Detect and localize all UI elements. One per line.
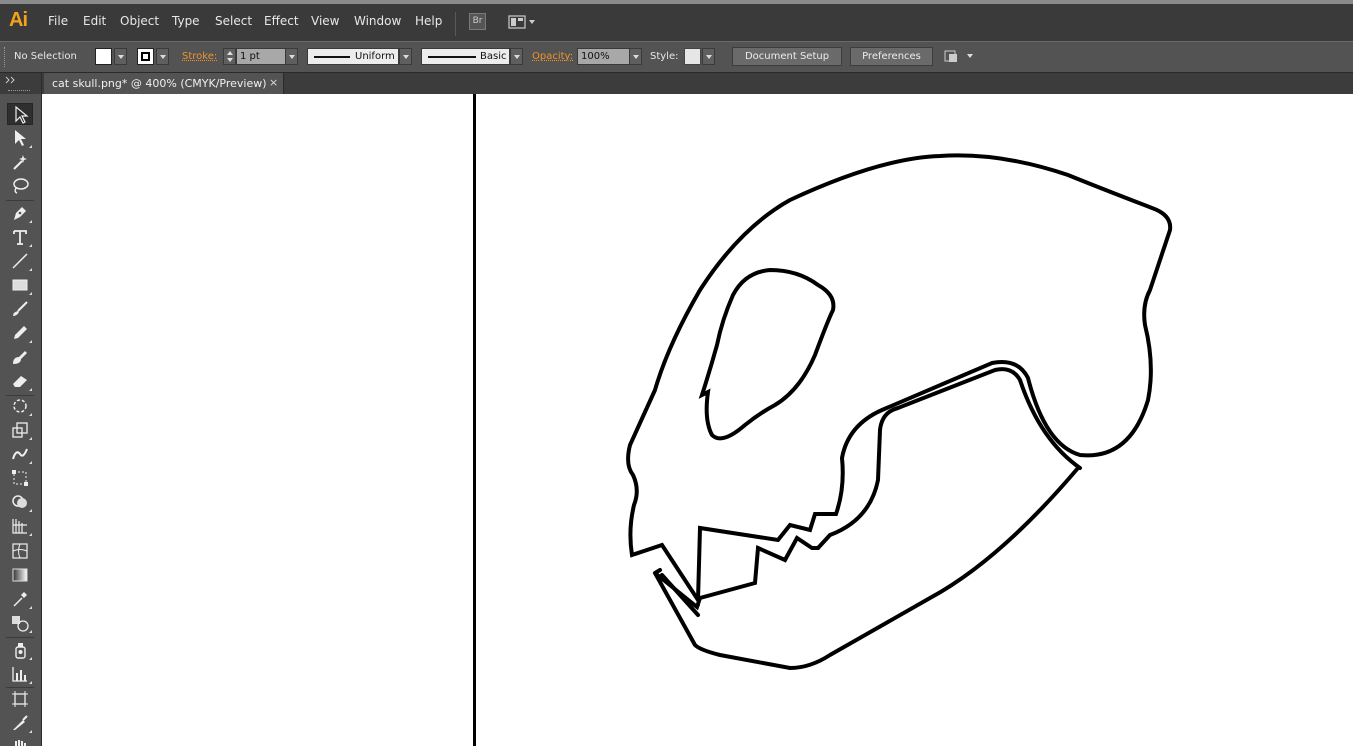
stroke-label[interactable]: Stroke: [182, 51, 217, 62]
menu-bar: Ai File Edit Object Type Select Effect V… [0, 0, 1353, 41]
artboard-tool-icon[interactable] [7, 688, 33, 710]
warp-tool-icon[interactable] [7, 443, 33, 465]
scale-tool-icon[interactable] [7, 419, 33, 441]
stroke-weight-stepper[interactable] [223, 48, 236, 65]
cat-skull-artwork[interactable] [476, 94, 1353, 746]
variable-width-profile[interactable]: Uniform [307, 48, 399, 65]
style-dropdown[interactable] [702, 48, 715, 65]
graphic-style-swatch[interactable] [684, 48, 701, 65]
preferences-button[interactable]: Preferences [850, 47, 933, 66]
eye-socket-path [698, 267, 836, 441]
opacity-input[interactable]: 100% [577, 48, 630, 65]
fill-dropdown[interactable] [114, 48, 127, 65]
pen-tool-icon[interactable] [7, 202, 33, 224]
stroke-weight-dropdown[interactable] [285, 48, 298, 65]
menu-help[interactable]: Help [415, 14, 442, 28]
lasso-tool-icon[interactable] [7, 175, 33, 197]
align-options-icon[interactable] [944, 49, 976, 65]
pencil-tool-icon[interactable] [7, 322, 33, 344]
hand-tool-icon[interactable] [7, 736, 33, 746]
profile-dropdown[interactable] [399, 48, 412, 65]
menu-file[interactable]: File [48, 14, 68, 28]
arrange-documents-icon[interactable] [508, 14, 536, 31]
bridge-button[interactable]: Br [469, 13, 486, 30]
document-tab-bar: cat skull.png* @ 400% (CMYK/Preview) × [0, 73, 1353, 94]
document-tab[interactable]: cat skull.png* @ 400% (CMYK/Preview) × [44, 73, 284, 94]
direct-selection-tool-icon[interactable] [7, 127, 33, 149]
blob-brush-tool-icon[interactable] [7, 346, 33, 368]
opacity-dropdown[interactable] [629, 48, 642, 65]
opacity-label[interactable]: Opacity: [532, 51, 573, 62]
zygomatic-line-path [816, 367, 1082, 550]
magic-wand-tool-icon[interactable] [7, 151, 33, 173]
brush-definition[interactable]: Basic [421, 48, 510, 65]
control-bar: No Selection Stroke: 1 pt Uniform Basic … [0, 41, 1353, 73]
menu-edit[interactable]: Edit [83, 14, 106, 28]
mesh-tool-icon[interactable] [7, 540, 33, 562]
stroke-swatch[interactable] [137, 48, 154, 65]
slice-tool-icon[interactable] [7, 712, 33, 734]
shape-builder-tool-icon[interactable] [7, 491, 33, 513]
eyedropper-tool-icon[interactable] [7, 588, 33, 610]
style-label: Style: [650, 51, 679, 62]
control-bar-grip[interactable] [4, 47, 8, 67]
jaw-outline-path [653, 466, 1080, 671]
gradient-tool-icon[interactable] [7, 564, 33, 586]
menu-object[interactable]: Object [120, 14, 159, 28]
tools-panel-grip[interactable] [8, 90, 30, 93]
rectangle-tool-icon[interactable] [7, 274, 33, 296]
selection-tool-icon[interactable] [7, 103, 33, 125]
rotate-tool-icon[interactable] [7, 395, 33, 417]
column-graph-tool-icon[interactable] [7, 663, 33, 685]
document-setup-button[interactable]: Document Setup [732, 47, 842, 66]
free-transform-tool-icon[interactable] [7, 467, 33, 489]
perspective-grid-tool-icon[interactable] [7, 515, 33, 537]
document-tab-title: cat skull.png* @ 400% (CMYK/Preview) [52, 77, 267, 90]
menu-effect[interactable]: Effect [264, 14, 299, 28]
tools-panel [0, 73, 42, 746]
menu-type[interactable]: Type [172, 14, 200, 28]
eraser-tool-icon[interactable] [7, 370, 33, 392]
menu-window[interactable]: Window [354, 14, 401, 28]
fill-swatch[interactable] [95, 48, 112, 65]
app-logo: Ai [9, 9, 28, 31]
paintbrush-tool-icon[interactable] [7, 298, 33, 320]
line-segment-tool-icon[interactable] [7, 250, 33, 272]
menu-view[interactable]: View [311, 14, 339, 28]
selection-status: No Selection [14, 51, 77, 62]
tools-panel-header[interactable] [0, 73, 41, 94]
close-icon[interactable]: × [269, 76, 278, 89]
stroke-dropdown[interactable] [156, 48, 169, 65]
brush-dropdown[interactable] [510, 48, 523, 65]
blend-tool-icon[interactable] [7, 612, 33, 634]
collapse-icon[interactable] [5, 76, 17, 84]
stroke-weight-input[interactable]: 1 pt [236, 48, 286, 65]
type-tool-icon[interactable] [7, 226, 33, 248]
menu-separator [455, 12, 456, 36]
menu-select[interactable]: Select [215, 14, 252, 28]
symbol-sprayer-tool-icon[interactable] [7, 639, 33, 661]
